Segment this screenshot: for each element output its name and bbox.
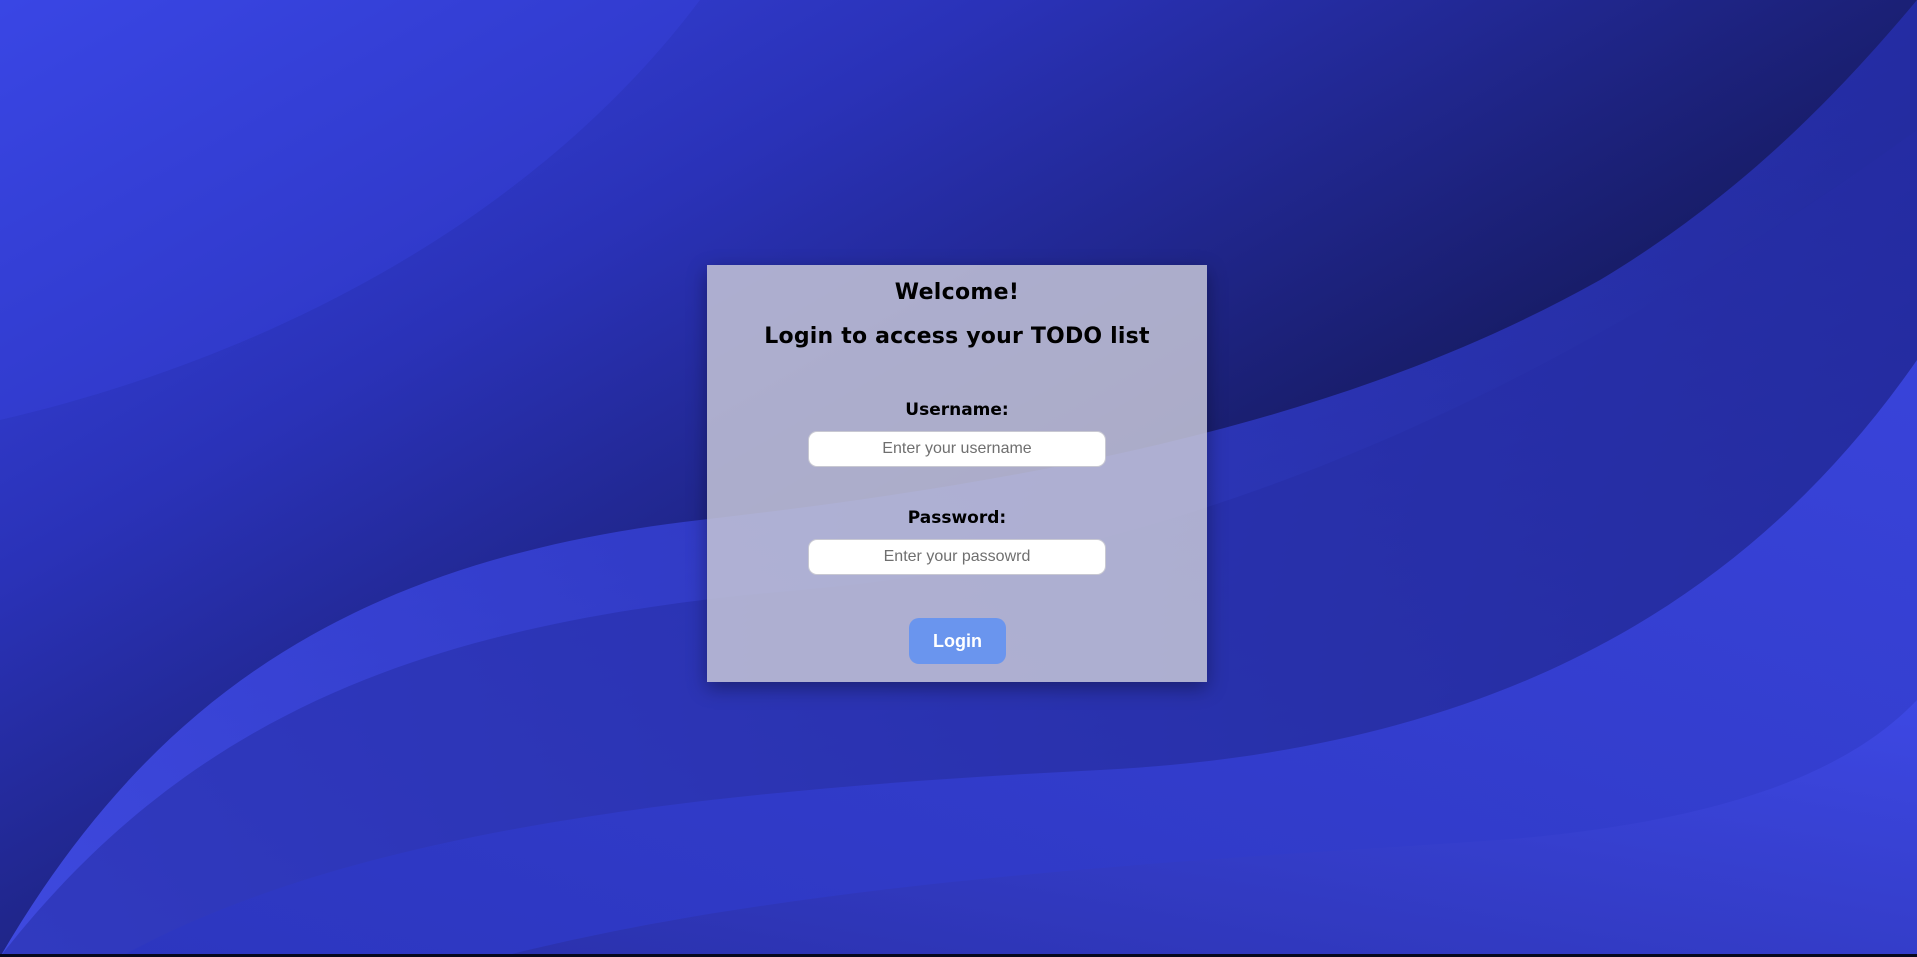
welcome-title: Welcome! xyxy=(894,280,1020,305)
login-button[interactable]: Login xyxy=(909,618,1006,664)
password-label: Password: xyxy=(907,508,1007,528)
username-input[interactable] xyxy=(808,431,1106,467)
username-label: Username: xyxy=(905,400,1009,420)
password-input[interactable] xyxy=(808,539,1106,575)
login-card: Welcome! Login to access your TODO list … xyxy=(707,265,1207,682)
login-subtitle: Login to access your TODO list xyxy=(764,324,1150,349)
login-page: Welcome! Login to access your TODO list … xyxy=(0,0,1917,957)
